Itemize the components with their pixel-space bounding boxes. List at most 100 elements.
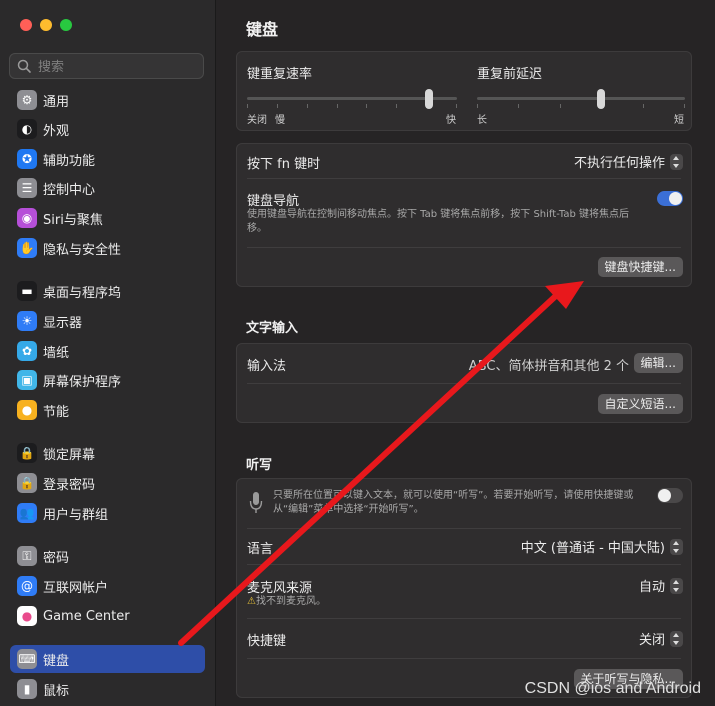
sidebar-item-label: 桌面与程序坞 [43,285,122,301]
fn-key-label: 按下 fn 键时 [247,157,321,172]
at-icon: @ [17,576,37,596]
repeat-delay-label: 重复前延迟 [477,67,543,82]
input-source-value: ABC、简体拼音和其他 2 个 [468,359,629,374]
sidebar-item-accessibility[interactable]: ✪ 辅助功能 [10,145,205,173]
padlock-icon: 🔒 [17,473,37,493]
screensaver-icon: ▣ [17,370,37,390]
sidebar-item-key[interactable]: ⚿ 密码 [10,542,205,570]
repeat-rate-slider[interactable] [247,89,457,109]
page-title: 键盘 [246,20,279,39]
close-window-button[interactable] [20,19,32,31]
sidebar-item-padlock[interactable]: 🔒 登录密码 [10,469,205,497]
sidebar-item-label: 锁定屏幕 [43,447,96,463]
repeat-delay-slider[interactable] [477,89,685,109]
search-field[interactable] [9,53,204,79]
chevron-updown-icon [670,577,683,594]
slider-tick [337,104,338,108]
lock-screen-icon: 🔒 [17,443,37,463]
sidebar-item-label: 辅助功能 [43,153,96,169]
dictation-toggle[interactable] [657,488,683,503]
microphone-warning: ⚠找不到麦克风。 [247,595,326,609]
dictation-description: 只要所在位置可以键入文本，就可以使用“听写”。若要开始听写，请使用快捷键或从“编… [273,490,634,515]
mouse-icon: ▮ [17,679,37,699]
dictation-card: 只要所在位置可以键入文本，就可以使用“听写”。若要开始听写，请使用快捷键或从“编… [236,478,692,698]
sidebar-item-game-center[interactable]: ● Game Center [10,602,205,630]
sidebar-item-dock[interactable]: ▬ 桌面与程序坞 [10,277,205,305]
sidebar-item-hand[interactable]: ✋ 隐私与安全性 [10,234,205,262]
edit-input-sources-button[interactable]: 编辑... [633,353,683,373]
search-input[interactable] [36,56,200,78]
sidebar-item-label: 登录密码 [43,477,96,493]
slider-knob[interactable] [425,89,433,109]
sidebar-item-label: 密码 [43,550,70,566]
text-input-card: 输入法 ABC、简体拼音和其他 2 个 编辑... 自定义短语... [236,343,692,423]
slider-tick [477,104,478,108]
flower-icon: ✿ [17,341,37,361]
sidebar-item-screensaver[interactable]: ▣ 屏幕保护程序 [10,366,205,394]
sidebar-item-label: Game Center [43,608,130,624]
sidebar-item-label: 节能 [43,404,70,420]
slider-tick [307,104,308,108]
repeat-delay-short-label: 短 [674,115,684,126]
sidebar-item-label: 通用 [43,94,70,110]
sidebar-item-label: 外观 [43,123,70,139]
bulb-icon: ● [17,400,37,420]
repeat-rate-label: 键重复速率 [247,67,313,82]
sidebar-item-mouse[interactable]: ▮ 鼠标 [10,675,205,703]
sidebar-item-label: Siri与聚焦 [43,212,103,228]
sidebar-item-label: 隐私与安全性 [43,242,122,258]
input-source-label: 输入法 [247,359,287,374]
microphone-source-value: 自动 [638,580,665,595]
sidebar-item-sun[interactable]: ☀ 显示器 [10,307,205,335]
sidebar-item-at[interactable]: @ 互联网帐户 [10,572,205,600]
slider-tick [518,104,519,108]
slider-tick [366,104,367,108]
custom-phrases-button[interactable]: 自定义短语... [597,394,683,414]
sidebar-item-users[interactable]: 👥 用户与群组 [10,499,205,527]
dock-icon: ▬ [17,281,37,301]
keyboard-shortcuts-button[interactable]: 键盘快捷键... [597,257,683,277]
slider-tick [247,104,248,108]
slider-knob[interactable] [597,89,605,109]
game-center-icon: ● [17,606,37,626]
minimize-window-button[interactable] [40,19,52,31]
sidebar-item-keyboard[interactable]: ⌨ 键盘 [10,645,205,673]
users-icon: 👥 [17,503,37,523]
repeat-rate-off-label: 关闭 [247,115,267,126]
slider-tick [560,104,561,108]
key-icon: ⚿ [17,546,37,566]
slider-tick [643,104,644,108]
sidebar-item-appearance[interactable]: ◐ 外观 [10,115,205,143]
sidebar-item-label: 墙纸 [43,345,70,361]
keyboard-icon: ⌨ [17,649,37,669]
keyboard-settings-pane: 键盘 键重复速率 关闭 慢 快 重复前延迟 长 短 按下 fn 键时 不执行任何… [216,0,715,706]
dictation-shortcut-popup[interactable]: 关闭 [639,629,683,648]
repeat-rate-fast-label: 快 [446,115,456,126]
warning-icon: ⚠ [247,596,256,607]
sidebar-item-label: 用户与群组 [43,507,109,523]
sidebar-item-label: 键盘 [43,653,70,669]
dictation-language-value: 中文 (普通话 - 中国大陆) [520,541,665,556]
watermark: CSDN @ios and Android [524,680,701,697]
sidebar-item-label: 屏幕保护程序 [43,374,122,390]
hand-icon: ✋ [17,238,37,258]
sidebar-item-gear[interactable]: ⚙ 通用 [10,86,205,114]
keyboard-options-card: 按下 fn 键时 不执行任何操作 键盘导航 使用键盘导航在控制间移动焦点。按下 … [236,143,692,287]
gear-icon: ⚙ [17,90,37,110]
keyboard-nav-toggle[interactable] [657,191,683,206]
slider-tick [277,104,278,108]
sidebar-item-lock-screen[interactable]: 🔒 锁定屏幕 [10,439,205,467]
microphone-source-label: 麦克风来源 [247,581,313,596]
zoom-window-button[interactable] [60,19,72,31]
sidebar-item-bulb[interactable]: ● 节能 [10,396,205,424]
chevron-updown-icon [670,153,683,170]
sidebar-item-control-center[interactable]: ☰ 控制中心 [10,174,205,202]
dictation-shortcut-value: 关闭 [638,633,665,648]
dictation-language-popup[interactable]: 中文 (普通话 - 中国大陆) [521,537,683,556]
sidebar-item-flower[interactable]: ✿ 墙纸 [10,337,205,365]
microphone-source-popup[interactable]: 自动 [639,576,683,595]
fn-key-popup[interactable]: 不执行任何操作 [574,152,683,171]
appearance-icon: ◐ [17,119,37,139]
sidebar-item-siri[interactable]: ◉ Siri与聚焦 [10,204,205,232]
control-center-icon: ☰ [17,178,37,198]
